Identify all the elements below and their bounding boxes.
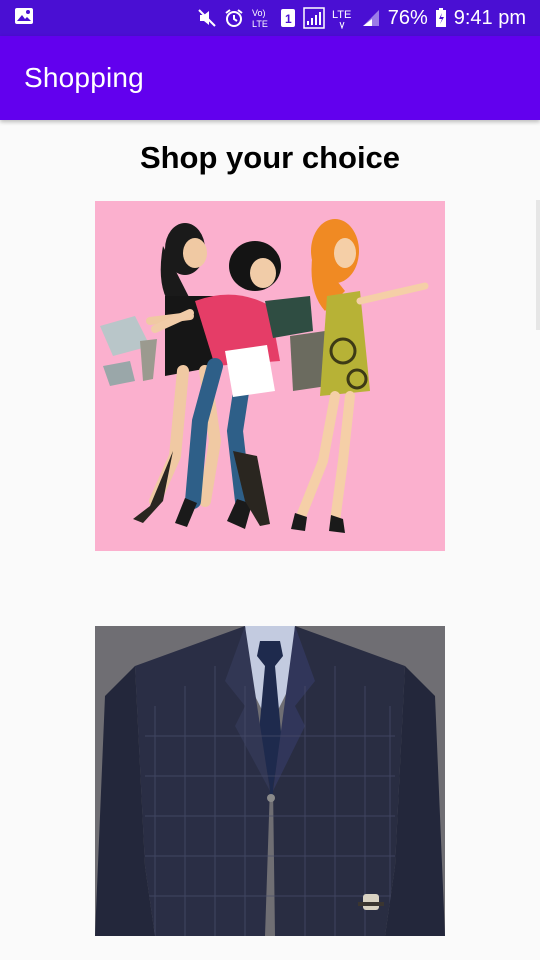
svg-text:Vo): Vo) [252,8,266,18]
page-heading: Shop your choice [139,140,401,175]
app-title: Shopping [24,62,144,93]
clock: 9:41 pm [453,6,526,29]
alarm-icon [224,8,244,28]
scrollbar[interactable] [536,200,540,330]
mens-suit-image[interactable] [95,626,445,936]
battery-icon [435,8,447,28]
battery-percent: 76% [387,6,428,29]
signal-icon [361,8,381,28]
svg-text:1: 1 [285,12,292,26]
app-bar: Shopping [0,36,540,120]
sim1-icon: 1 [280,8,296,28]
signal-r-icon [302,7,325,29]
content-scroll[interactable]: Shop your choice [0,120,540,960]
lte-icon: LTE [332,7,354,29]
volte-icon: Vo) LTE [251,7,273,29]
svg-text:LTE: LTE [252,19,268,29]
gallery-icon [14,7,34,30]
mute-icon [197,8,217,28]
shopping-girls-image[interactable] [95,201,445,551]
svg-text:LTE: LTE [332,9,351,21]
status-bar: Vo) LTE 1 LTE 76% 9:41 pm [0,0,540,36]
